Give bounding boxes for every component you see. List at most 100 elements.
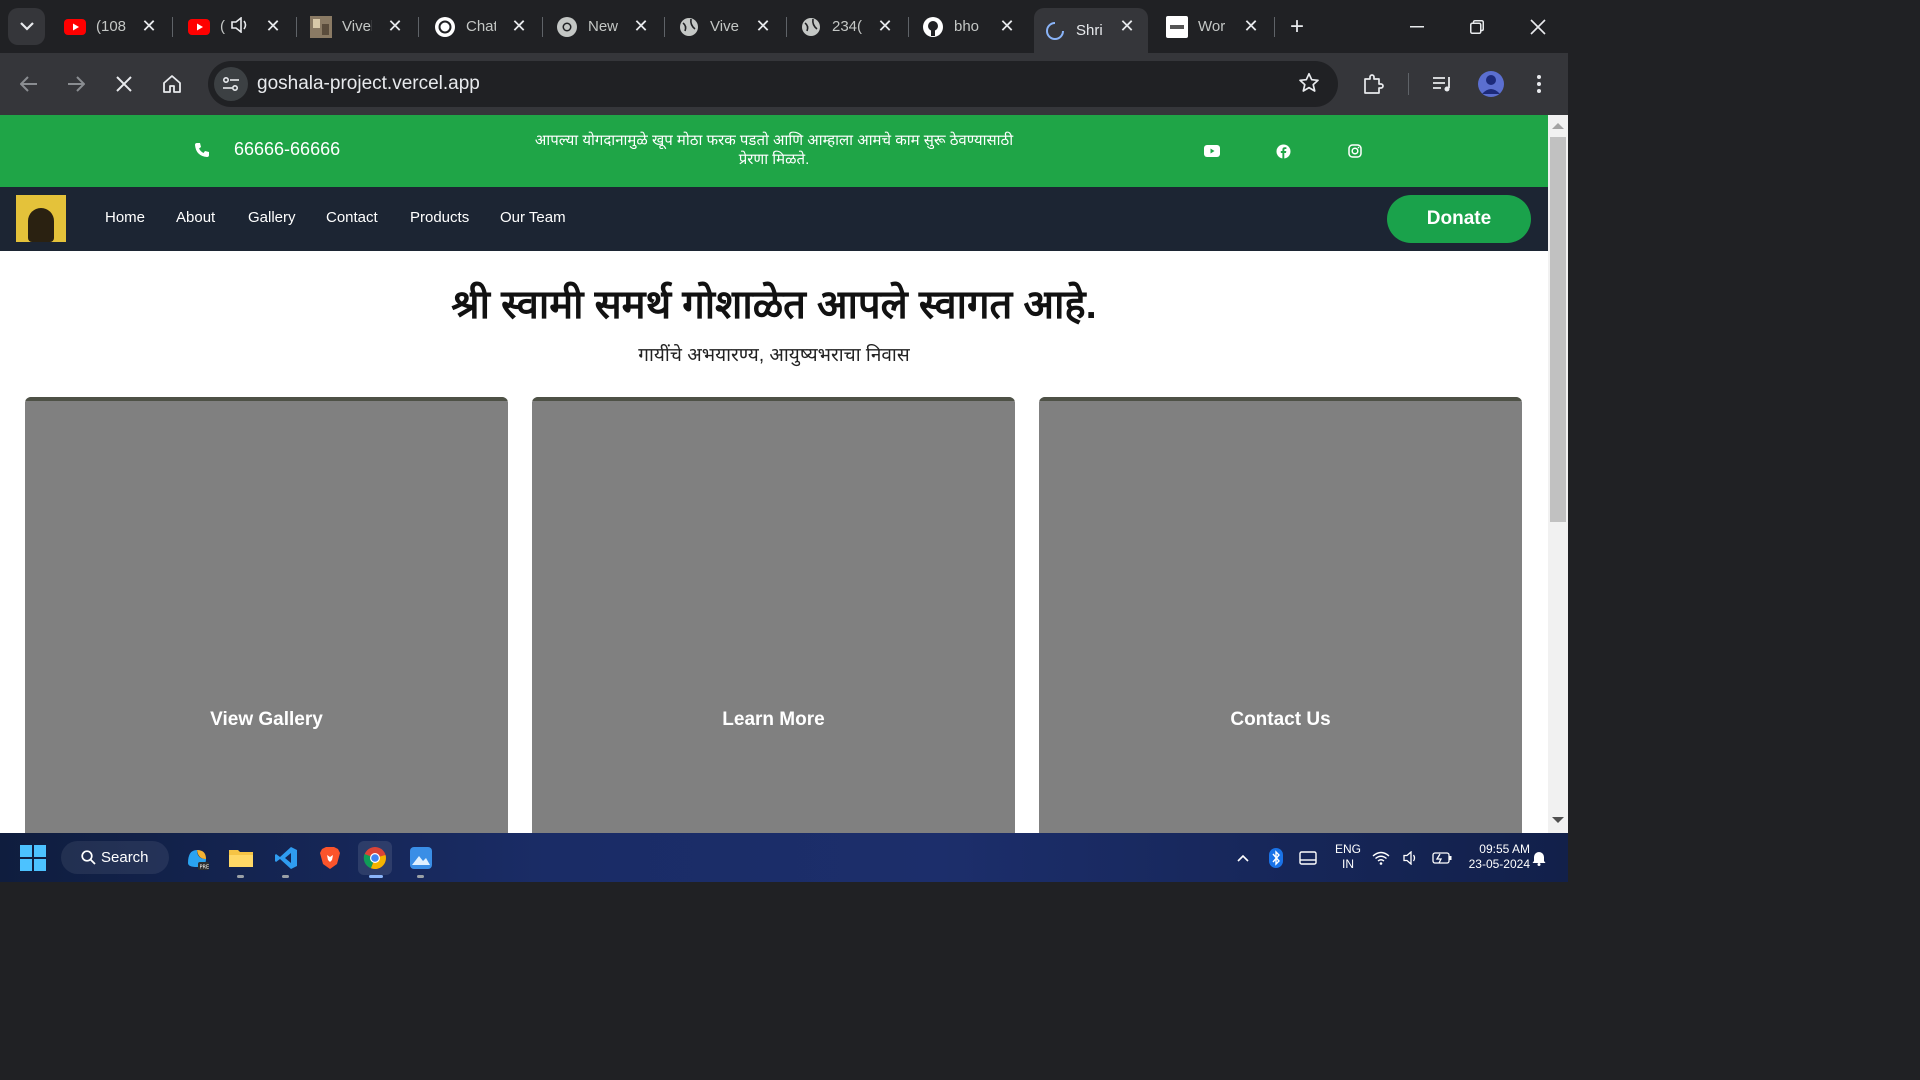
vscode-icon[interactable] bbox=[269, 841, 303, 875]
logo-figure bbox=[28, 208, 54, 242]
close-icon[interactable]: ✕ bbox=[1240, 15, 1262, 37]
forward-button[interactable] bbox=[59, 67, 93, 101]
close-icon[interactable]: ✕ bbox=[874, 15, 896, 37]
new-tab-button[interactable]: + bbox=[1284, 13, 1310, 40]
youtube-link[interactable] bbox=[1203, 142, 1221, 160]
chevron-up-icon bbox=[1237, 854, 1249, 862]
restore-button[interactable] bbox=[1460, 10, 1494, 44]
site-logo[interactable] bbox=[16, 195, 66, 242]
close-icon[interactable]: ✕ bbox=[996, 15, 1018, 37]
nav-our-team[interactable]: Our Team bbox=[500, 209, 566, 226]
bluetooth-icon[interactable] bbox=[1259, 841, 1293, 875]
display-icon[interactable] bbox=[1291, 841, 1325, 875]
donate-button[interactable]: Donate bbox=[1387, 195, 1531, 243]
speaker-icon[interactable] bbox=[231, 15, 249, 37]
card-contact-us[interactable]: Contact Us bbox=[1039, 397, 1522, 833]
phone-icon bbox=[195, 142, 209, 157]
avatar-icon bbox=[1478, 71, 1504, 97]
tab-youtube-1[interactable]: (108 ✕ bbox=[58, 8, 170, 45]
brave-browser-icon[interactable] bbox=[313, 841, 347, 875]
photos-app-icon[interactable] bbox=[404, 841, 438, 875]
nav-gallery[interactable]: Gallery bbox=[248, 209, 296, 226]
quick-settings[interactable] bbox=[1372, 841, 1452, 875]
card-label[interactable]: Contact Us bbox=[1039, 709, 1522, 731]
tab-chatgpt[interactable]: Chat ✕ bbox=[428, 8, 540, 45]
svg-text:PRE: PRE bbox=[200, 865, 210, 871]
motto-text: आपल्या योगदानामुळे खूप मोठा फरक पडतो आणि… bbox=[520, 131, 1028, 169]
close-icon[interactable]: ✕ bbox=[630, 15, 652, 37]
card-learn-more[interactable]: Learn More bbox=[532, 397, 1015, 833]
tab-vivel[interactable]: Vivel ✕ bbox=[304, 8, 416, 45]
close-window-button[interactable] bbox=[1521, 10, 1555, 44]
page-scrollbar[interactable] bbox=[1548, 115, 1568, 833]
instagram-icon bbox=[1348, 144, 1362, 158]
home-button[interactable] bbox=[155, 67, 189, 101]
bookmark-star-icon[interactable] bbox=[1298, 72, 1320, 99]
notifications-button[interactable] bbox=[1526, 841, 1552, 875]
chevron-down-icon bbox=[19, 22, 34, 31]
card-label[interactable]: View Gallery bbox=[25, 709, 508, 731]
tab-github[interactable]: bho ✕ bbox=[916, 8, 1028, 45]
tab-234[interactable]: 234( ✕ bbox=[794, 8, 906, 45]
minimize-button[interactable] bbox=[1400, 10, 1434, 44]
nav-home[interactable]: Home bbox=[105, 209, 145, 226]
site-info-button[interactable] bbox=[214, 67, 248, 101]
card-label[interactable]: Learn More bbox=[532, 709, 1015, 731]
scroll-up-arrow-icon[interactable] bbox=[1552, 123, 1564, 129]
language-indicator[interactable]: ENG IN bbox=[1330, 842, 1366, 872]
phone-contact[interactable]: 66666-66666 bbox=[194, 139, 340, 160]
close-icon[interactable]: ✕ bbox=[752, 15, 774, 37]
close-icon[interactable]: ✕ bbox=[384, 15, 406, 37]
scrollbar-thumb[interactable] bbox=[1550, 137, 1566, 522]
nav-about[interactable]: About bbox=[176, 209, 215, 226]
chrome-menu-button[interactable] bbox=[1522, 67, 1556, 101]
facebook-link[interactable] bbox=[1274, 142, 1292, 160]
tab-search-button[interactable] bbox=[8, 8, 45, 45]
tab-wor[interactable]: Wor ✕ bbox=[1160, 8, 1272, 45]
site-favicon bbox=[1166, 15, 1188, 38]
close-icon[interactable]: ✕ bbox=[508, 15, 530, 37]
tab-title: ( bbox=[220, 18, 225, 35]
card-view-gallery[interactable]: View Gallery bbox=[25, 397, 508, 833]
stop-loading-button[interactable] bbox=[107, 67, 141, 101]
tab-title: Vive bbox=[710, 18, 739, 35]
restore-icon bbox=[1470, 20, 1484, 34]
facebook-icon bbox=[1276, 144, 1290, 159]
tab-vive[interactable]: Vive ✕ bbox=[672, 8, 784, 45]
close-icon[interactable]: ✕ bbox=[1116, 15, 1138, 37]
taskbar-search[interactable]: Search bbox=[61, 841, 169, 874]
nav-products[interactable]: Products bbox=[410, 209, 469, 226]
start-button[interactable] bbox=[16, 841, 50, 875]
scroll-down-arrow-icon[interactable] bbox=[1552, 817, 1564, 823]
media-controls-button[interactable] bbox=[1426, 67, 1460, 101]
clock[interactable]: 09:55 AM 23-05-2024 bbox=[1454, 842, 1530, 872]
tab-title: Chat bbox=[466, 18, 496, 35]
chrome-taskbar-icon[interactable] bbox=[358, 841, 392, 875]
nav-contact[interactable]: Contact bbox=[326, 209, 378, 226]
globe-icon bbox=[800, 16, 822, 38]
clock-time: 09:55 AM bbox=[1479, 842, 1530, 856]
copilot-app-icon[interactable]: PRE bbox=[180, 841, 214, 875]
close-icon bbox=[1530, 19, 1546, 35]
chatgpt-icon bbox=[434, 16, 456, 38]
language-code: ENG bbox=[1334, 842, 1361, 856]
instagram-link[interactable] bbox=[1346, 142, 1364, 160]
url-text[interactable]: goshala-project.vercel.app bbox=[257, 73, 480, 95]
tab-shri-active[interactable]: Shri ✕ bbox=[1034, 8, 1148, 53]
close-icon[interactable]: ✕ bbox=[138, 15, 160, 37]
address-bar[interactable]: goshala-project.vercel.app bbox=[208, 61, 1338, 107]
close-icon[interactable]: ✕ bbox=[262, 15, 284, 37]
extensions-button[interactable] bbox=[1356, 67, 1390, 101]
profile-avatar[interactable] bbox=[1474, 67, 1508, 101]
windows-taskbar: Search PRE ENG IN 09:55 AM 23-05-2024 bbox=[0, 833, 1568, 882]
youtube-icon bbox=[1204, 145, 1220, 157]
running-indicator bbox=[417, 875, 424, 878]
tab-new-tab[interactable]: New ✕ bbox=[550, 8, 662, 45]
battery-icon bbox=[1432, 852, 1452, 864]
file-explorer-icon[interactable] bbox=[224, 841, 258, 875]
tab-youtube-2[interactable]: ( ✕ bbox=[182, 8, 294, 45]
show-hidden-icons-button[interactable] bbox=[1226, 841, 1260, 875]
back-button[interactable] bbox=[12, 67, 46, 101]
tab-title: Vivel bbox=[342, 18, 372, 35]
motto-line-1: आपल्या योगदानामुळे खूप मोठा फरक पडतो आणि… bbox=[534, 132, 1014, 149]
